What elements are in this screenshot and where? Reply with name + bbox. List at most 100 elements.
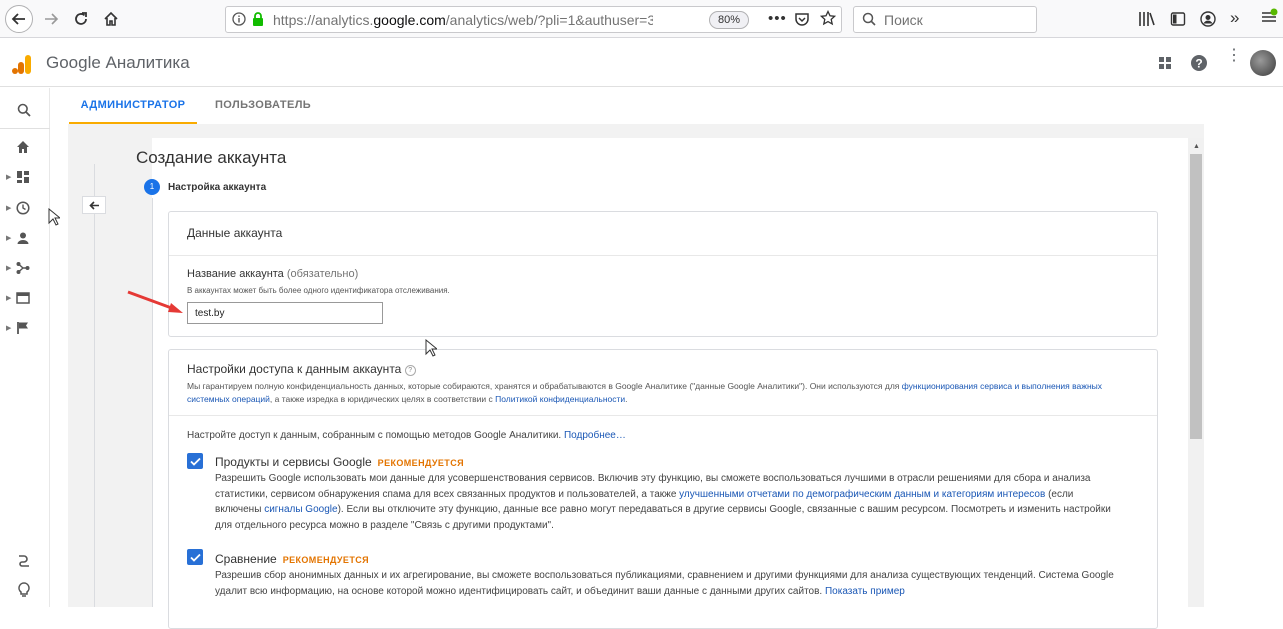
browser-search-input[interactable]: Поиск (853, 6, 1037, 33)
account-name-label: Название аккаунта (обязательно) (187, 268, 359, 280)
sidebar-item-audience[interactable]: ▶ (6, 226, 42, 250)
link-show-example[interactable]: Показать пример (825, 586, 905, 597)
behavior-icon (16, 292, 30, 304)
url-bar[interactable]: https://analytics.google.com/analytics/w… (225, 6, 842, 33)
forward-button[interactable] (37, 5, 65, 33)
svg-text:?: ? (1195, 57, 1202, 71)
caret-right-icon: ▶ (6, 265, 12, 272)
sidebar-item-customization[interactable]: ▶ (6, 165, 42, 189)
scrollbar[interactable]: ▲ (1188, 138, 1204, 607)
reload-button[interactable] (67, 5, 95, 33)
help-icon[interactable]: ? (1190, 54, 1208, 77)
caret-right-icon: ▶ (6, 235, 12, 242)
avatar[interactable] (1250, 50, 1276, 76)
step-line (94, 164, 95, 607)
checkmark-icon (189, 553, 201, 562)
checkmark-icon (189, 457, 201, 466)
step-label: Настройка аккаунта (168, 182, 267, 193)
more-actions-icon[interactable]: ••• (768, 10, 787, 27)
page-title: Создание аккаунта (136, 148, 287, 167)
scroll-up-icon[interactable]: ▲ (1193, 143, 1200, 150)
sidebar-divider (0, 128, 50, 129)
lock-icon (251, 11, 265, 30)
tab-user[interactable]: ПОЛЬЗОВАТЕЛЬ (215, 99, 311, 111)
menu-hamburger-icon[interactable] (1260, 8, 1278, 31)
option-desc-google-products: Разрешить Google использовать мои данные… (215, 473, 1111, 531)
search-icon (862, 12, 876, 29)
home-icon (17, 141, 29, 153)
link-demographics-reports[interactable]: улучшенными отчетами по демографическим … (679, 489, 1045, 500)
mouse-cursor-icon (48, 208, 60, 226)
browser-toolbar: https://analytics.google.com/analytics/w… (0, 0, 1283, 38)
home-icon (104, 11, 118, 26)
recommended-badge: РЕКОМЕНДУЕТСЯ (282, 555, 369, 565)
card-divider (169, 415, 1157, 416)
access-card-header: Настройки доступа к данным аккаунта ? (187, 362, 416, 376)
account-data-card: Данные аккаунта Название аккаунта (обяза… (168, 211, 1158, 337)
search-placeholder: Поиск (884, 12, 923, 28)
sidebar-item-home[interactable] (6, 135, 42, 159)
sidebar-search-icon[interactable] (17, 98, 53, 122)
app-header: Google Аналитика ? ⋮ (0, 39, 1283, 87)
recommended-badge: РЕКОМЕНДУЕТСЯ (377, 458, 464, 468)
sidebar-item-realtime[interactable]: ▶ (6, 196, 42, 220)
app-title: Google Аналитика (46, 53, 190, 72)
link-learn-more[interactable]: Подробнее… (564, 430, 626, 441)
dashboard-icon (17, 171, 29, 183)
acquisition-icon (16, 262, 30, 274)
zoom-indicator[interactable]: 80% (709, 11, 749, 29)
sidebar-item-acquisition[interactable]: ▶ (6, 256, 42, 280)
sidebar-item-behavior[interactable]: ▶ (6, 286, 42, 310)
sidebar-attribution-icon[interactable] (17, 548, 53, 572)
left-sidebar: ▶ ▶ ▶ ▶ ▶ ▶ (0, 88, 50, 607)
library-icon[interactable] (1138, 11, 1156, 32)
link-google-signals[interactable]: сигналы Google (264, 504, 337, 515)
caret-right-icon: ▶ (6, 325, 12, 332)
option-title-benchmarking: Сравнение РЕКОМЕНДУЕТСЯ (215, 552, 369, 566)
sidebar-item-conversions[interactable]: ▶ (6, 316, 42, 340)
more-vert-icon[interactable]: ⋮ (1226, 48, 1242, 64)
create-account-form: Создание аккаунта 1 Настройка аккаунта Д… (136, 138, 1188, 629)
sidebar-toggle-icon[interactable] (1170, 11, 1186, 32)
checkbox-google-products[interactable] (187, 453, 203, 469)
arrow-back-icon (88, 200, 99, 210)
admin-content: Создание аккаунта 1 Настройка аккаунта Д… (68, 124, 1204, 629)
step-number-badge: 1 (144, 179, 160, 195)
scrollbar-thumb[interactable] (1190, 154, 1202, 439)
help-circle-icon[interactable]: ? (404, 365, 416, 376)
clock-icon (16, 201, 30, 215)
overflow-chevron-icon[interactable]: » (1230, 8, 1239, 28)
account-icon[interactable] (1200, 11, 1216, 32)
back-button[interactable] (5, 5, 33, 33)
account-card-header: Данные аккаунта (187, 226, 283, 240)
bookmark-star-icon[interactable] (819, 9, 837, 29)
card-divider (169, 255, 1157, 256)
pocket-icon[interactable] (794, 11, 810, 30)
caret-right-icon: ▶ (6, 205, 12, 212)
url-text[interactable]: https://analytics.google.com/analytics/w… (273, 12, 653, 28)
account-name-hint: В аккаунтах может быть более одного иден… (187, 286, 450, 295)
arrow-left-icon (11, 13, 25, 25)
lightbulb-icon[interactable] (17, 578, 53, 602)
red-arrow-annotation (127, 290, 183, 313)
link-privacy-policy[interactable]: Политикой конфиденциальности (495, 394, 625, 404)
back-arrow-button[interactable] (82, 196, 106, 214)
access-card-description: Мы гарантируем полную конфиденциальность… (187, 381, 1102, 404)
option-title-google-products: Продукты и сервисы Google РЕКОМЕНДУЕТСЯ (215, 455, 464, 469)
analytics-logo[interactable] (12, 53, 32, 80)
arrow-right-icon (45, 13, 59, 25)
reload-icon (75, 12, 87, 25)
caret-right-icon: ▶ (6, 174, 12, 181)
apps-grid-icon[interactable] (1158, 56, 1172, 75)
step-connector (152, 198, 153, 607)
home-button[interactable] (97, 5, 125, 33)
account-name-input[interactable]: test.by (187, 302, 383, 324)
access-settings-card: Настройки доступа к данным аккаунта ? Мы… (168, 349, 1158, 629)
caret-right-icon: ▶ (6, 295, 12, 302)
mouse-pointer-icon (425, 339, 437, 357)
person-icon (17, 232, 29, 244)
tab-admin[interactable]: АДМИНИСТРАТОР (69, 99, 197, 124)
info-icon[interactable] (232, 12, 246, 29)
access-intro: Настройте доступ к данным, собранным с п… (187, 430, 626, 441)
checkbox-benchmarking[interactable] (187, 549, 203, 565)
